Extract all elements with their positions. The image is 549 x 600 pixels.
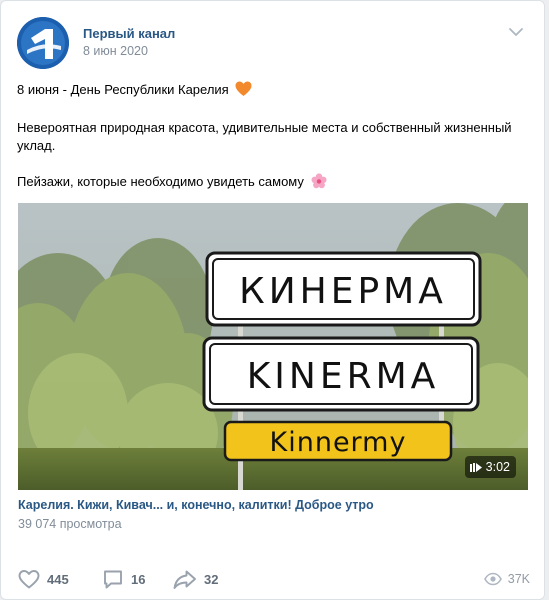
like-count: 445	[47, 571, 69, 587]
share-icon	[173, 570, 196, 589]
video-duration-text: 3:02	[485, 460, 510, 474]
chevron-down-icon[interactable]	[508, 27, 524, 37]
post-text-line: 8 июня - День Республики Карелия	[17, 81, 252, 99]
cherry-blossom-icon	[311, 173, 327, 189]
video-thumbnail: КИНЕРМА KINERMA Kinnermy	[18, 203, 528, 490]
video-player[interactable]: КИНЕРМА KINERMA Kinnermy 3:02	[18, 203, 528, 490]
comment-button[interactable]: 16	[101, 567, 145, 591]
eye-icon	[483, 572, 502, 586]
orange-heart-icon	[235, 81, 252, 96]
sign-cyrillic: КИНЕРМА	[239, 271, 447, 312]
channel-one-logo	[17, 17, 69, 69]
share-button[interactable]: 32	[172, 567, 218, 591]
post-text-line3: Пейзажи, которые необходимо увидеть само…	[17, 174, 304, 189]
post-card: Первый канал 8 июн 2020 8 июня - День Ре…	[0, 0, 545, 600]
comment-count: 16	[131, 571, 146, 587]
video-duration: 3:02	[464, 456, 516, 478]
author-name[interactable]: Первый канал	[83, 26, 175, 41]
avatar[interactable]	[17, 17, 69, 69]
post-header: Первый канал 8 июн 2020	[17, 17, 530, 69]
share-count: 32	[204, 571, 219, 587]
sign-latin: KINERMA	[247, 356, 440, 397]
post-actions: 445 16 32 37K	[17, 567, 530, 591]
views-count: 37K	[507, 572, 530, 586]
heart-icon	[18, 570, 40, 589]
playlist-icon	[469, 463, 482, 472]
sign-finnish: Kinnermy	[270, 427, 407, 458]
post-text-line2: Невероятная природная красота, удивитель…	[17, 120, 512, 153]
video-views: 39 074 просмотра	[18, 517, 122, 531]
like-button[interactable]: 445	[17, 567, 69, 591]
post-date[interactable]: 8 июн 2020	[83, 44, 148, 58]
views-counter: 37K	[483, 567, 530, 591]
video-title[interactable]: Карелия. Кижи, Кивач... и, конечно, кали…	[18, 498, 374, 512]
post-text-line1: 8 июня - День Республики Карелия	[17, 82, 229, 97]
comment-icon	[104, 570, 122, 589]
post-text-line: Пейзажи, которые необходимо увидеть само…	[17, 173, 327, 191]
